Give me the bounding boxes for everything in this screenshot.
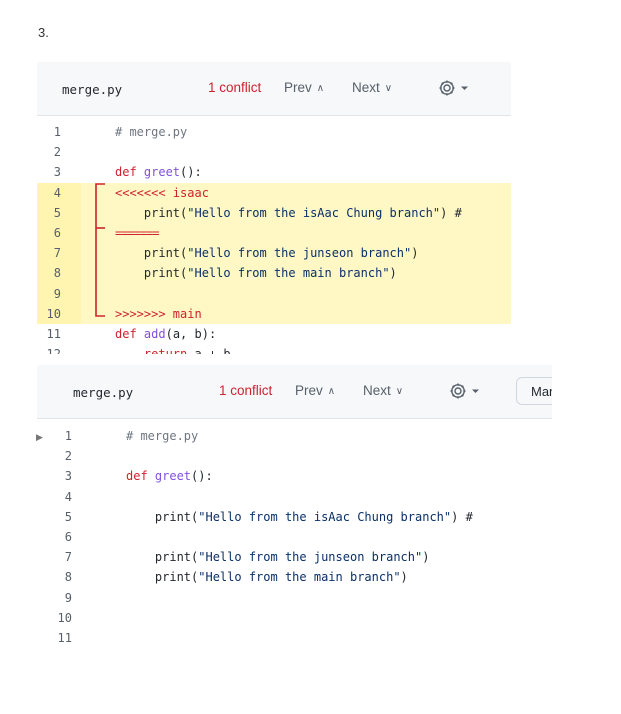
code-area[interactable]: 1 # merge.py 2 3 def greet(): 4 5 print("Hello… xyxy=(37,426,552,648)
code-line[interactable]: 4 xyxy=(37,487,552,507)
prev-label: Prev xyxy=(284,80,312,95)
code-line[interactable]: 9 xyxy=(37,588,552,608)
gear-icon xyxy=(450,383,479,399)
line-number: 6 xyxy=(64,529,72,544)
line-text: ======= xyxy=(115,225,160,240)
line-number: 9 xyxy=(37,283,81,304)
line-text: print("Hello from the isAac Chung branch… xyxy=(126,509,473,524)
line-text: # merge.py xyxy=(126,429,199,443)
line-number: 10 xyxy=(57,610,72,625)
prev-label: Prev xyxy=(295,383,323,398)
line-text: <<<<<<< isaac xyxy=(115,185,209,200)
code-line[interactable]: 10 >>>>>>> main xyxy=(37,303,511,324)
line-text: print("Hello from the main branch") xyxy=(115,266,397,281)
conflict-count[interactable]: 1 conflict xyxy=(219,383,272,398)
line-number: 3 xyxy=(64,469,72,484)
line-number: 1 xyxy=(64,429,72,443)
code-line[interactable]: 8 print("Hello from the main branch") xyxy=(37,263,511,284)
code-line[interactable]: 2 xyxy=(37,142,511,162)
line-number: 6 xyxy=(37,222,81,244)
line-number: 7 xyxy=(37,243,81,264)
next-conflict-button[interactable]: Next ∨ xyxy=(363,383,403,398)
code-line[interactable]: 1 # merge.py xyxy=(37,426,552,446)
line-number: 5 xyxy=(64,509,72,524)
code-line[interactable]: 5 print("Hello from the isAac Chung bran… xyxy=(37,202,511,223)
gear-icon xyxy=(439,80,468,96)
line-text: print("Hello from the isAac Chung branch… xyxy=(115,205,462,220)
code-line[interactable]: 9 xyxy=(37,283,511,304)
prev-conflict-button[interactable]: Prev ∧ xyxy=(284,80,324,95)
code-line[interactable]: 6 ======= xyxy=(37,222,511,244)
code-line[interactable]: 11 xyxy=(37,628,552,648)
next-label: Next xyxy=(363,383,391,398)
line-text: def greet(): xyxy=(115,165,202,180)
line-number: 1 xyxy=(53,125,61,139)
line-number: 4 xyxy=(64,489,72,504)
code-line[interactable]: 5 print("Hello from the isAac Chung bran… xyxy=(37,507,552,527)
next-conflict-button[interactable]: Next ∨ xyxy=(352,80,392,95)
line-number: 8 xyxy=(64,570,72,585)
code-line[interactable]: 7 print("Hello from the junseon branch") xyxy=(37,547,552,567)
code-line[interactable]: 8 print("Hello from the main branch") xyxy=(37,567,552,587)
chevron-up-icon: ∧ xyxy=(316,83,325,94)
line-number: 7 xyxy=(64,550,72,565)
conflict-editor-panel: merge.py 1 conflict Prev ∧ Next ∨ 1 # merge… xyxy=(37,62,511,354)
file-name: merge.py xyxy=(62,82,123,97)
line-text: return a + b xyxy=(115,344,231,354)
step-number: 3. xyxy=(38,25,49,40)
line-text: print("Hello from the main branch") xyxy=(126,570,408,585)
line-number: 11 xyxy=(46,326,61,341)
chevron-down-icon: ∨ xyxy=(395,386,404,397)
line-number: 10 xyxy=(37,303,81,324)
settings-menu-button[interactable] xyxy=(437,76,477,100)
line-number: 11 xyxy=(57,630,72,645)
mark-as-resolved-button[interactable]: Mar xyxy=(516,377,552,405)
conflict-count[interactable]: 1 conflict xyxy=(208,80,261,95)
code-line[interactable]: 11 def add(a, b): xyxy=(37,324,511,344)
resolved-editor-panel: merge.py 1 conflict Prev ∧ Next ∨ Mar 1 # m… xyxy=(37,365,552,650)
file-name: merge.py xyxy=(73,385,134,400)
line-text: print("Hello from the junseon branch") xyxy=(115,246,419,261)
line-text: def add(a, b): xyxy=(115,326,217,341)
cursor-icon: ▶ xyxy=(36,432,43,442)
line-number: 8 xyxy=(37,263,81,284)
code-line[interactable]: 2 xyxy=(37,446,552,466)
editor-toolbar: merge.py 1 conflict Prev ∧ Next ∨ Mar xyxy=(37,365,552,419)
line-number: 5 xyxy=(37,202,81,223)
line-number: 9 xyxy=(64,590,72,605)
line-number: 4 xyxy=(37,182,81,203)
line-text: print("Hello from the junseon branch") xyxy=(126,550,430,565)
code-line[interactable]: 6 xyxy=(37,527,552,547)
line-text: def greet(): xyxy=(126,469,213,484)
line-number: 2 xyxy=(64,449,72,464)
code-line[interactable]: 1 # merge.py xyxy=(37,122,511,142)
next-label: Next xyxy=(352,80,380,95)
code-line[interactable]: 10 xyxy=(37,608,552,628)
code-line[interactable]: 3 def greet(): xyxy=(37,466,552,486)
chevron-up-icon: ∧ xyxy=(327,386,336,397)
settings-menu-button[interactable] xyxy=(448,379,488,403)
editor-toolbar: merge.py 1 conflict Prev ∧ Next ∨ xyxy=(37,62,511,116)
prev-conflict-button[interactable]: Prev ∧ xyxy=(295,383,335,398)
code-line[interactable]: 12 return a + b xyxy=(37,344,511,354)
code-line[interactable]: 7 print("Hello from the junseon branch") xyxy=(37,243,511,264)
code-line[interactable]: 4 <<<<<<< isaac xyxy=(37,182,511,203)
code-line[interactable]: 3 def greet(): xyxy=(37,162,511,182)
code-area[interactable]: 1 # merge.py 2 3 def greet(): 4 <<<<<<< isaac 5… xyxy=(37,122,511,354)
line-number: 12 xyxy=(37,344,81,354)
line-text: >>>>>>> main xyxy=(115,306,202,321)
chevron-down-icon: ∨ xyxy=(384,83,393,94)
line-number: 3 xyxy=(53,165,61,180)
line-text: # merge.py xyxy=(115,125,188,139)
line-number: 2 xyxy=(53,145,61,160)
